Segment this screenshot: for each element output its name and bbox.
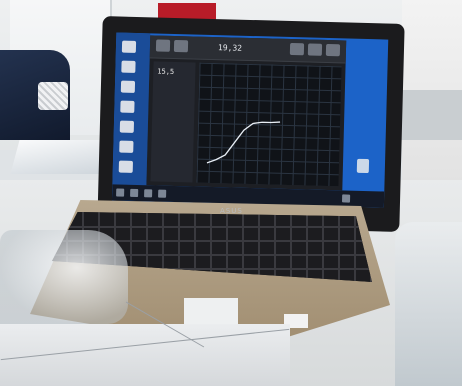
water-glass-right: [395, 222, 462, 386]
laptop-sticker: [184, 298, 238, 324]
toolbar-icon[interactable]: [289, 42, 305, 56]
stack-of-papers: [10, 140, 110, 174]
toolbar-icon[interactable]: [173, 39, 189, 53]
toolbar-icon[interactable]: [307, 43, 323, 56]
taskbar-icon[interactable]: [130, 188, 139, 198]
desktop-icon-column: [111, 32, 151, 202]
start-icon[interactable]: [116, 188, 125, 197]
app-toolbar: 19,32: [149, 35, 347, 64]
desktop-icon[interactable]: [119, 120, 135, 133]
laptop-lid: 19,32 15,5: [97, 16, 405, 232]
value-readout: 19,32: [217, 43, 243, 53]
right-table: [400, 90, 462, 140]
floor-line: [0, 328, 290, 361]
side-panel: 15,5: [150, 61, 196, 183]
laptop-brand-label: ASUS: [220, 207, 243, 215]
desktop-icon[interactable]: [120, 80, 136, 93]
tiled-floor: [0, 301, 290, 386]
plot-area[interactable]: [196, 62, 342, 187]
side-value: 15,5: [157, 67, 175, 76]
desktop-icon[interactable]: [118, 160, 133, 173]
measurement-app-window: 19,32 15,5: [146, 35, 347, 191]
keyboard-row: [52, 226, 372, 228]
mesh-chair: [38, 82, 68, 110]
desktop-icon[interactable]: [121, 40, 137, 53]
photo-scene: 19,32 15,5 ASUS: [0, 0, 462, 386]
desktop-icon[interactable]: [121, 60, 136, 73]
taskbar-icon[interactable]: [158, 189, 167, 198]
curve-series-line: [206, 121, 281, 164]
recycle-bin-icon[interactable]: [356, 158, 370, 174]
water-glass-left: [0, 230, 128, 324]
taskbar-icon[interactable]: [144, 189, 153, 198]
tray-icon[interactable]: [341, 194, 351, 203]
desktop-icon[interactable]: [120, 100, 135, 113]
toolbar-icon[interactable]: [155, 39, 171, 52]
desktop-icon[interactable]: [119, 140, 134, 153]
toolbar-icon[interactable]: [325, 43, 341, 57]
line-chart: [206, 121, 281, 164]
laptop-screen: 19,32 15,5: [111, 32, 389, 208]
